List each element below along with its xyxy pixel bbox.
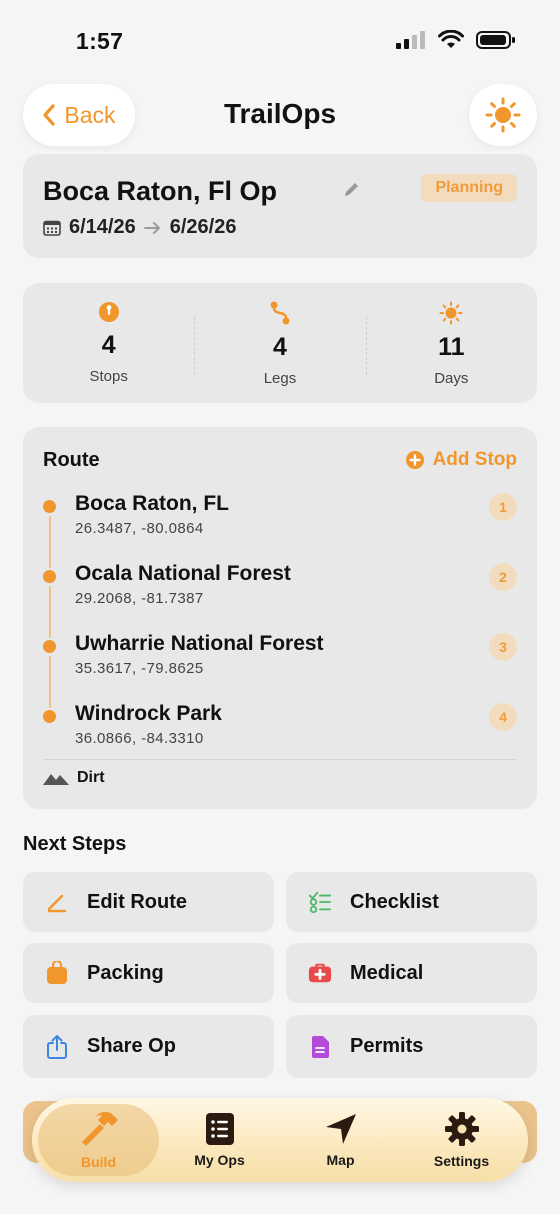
stat-days: 11 Days xyxy=(365,283,537,403)
stop-number-badge: 1 xyxy=(489,493,517,521)
packing-label: Packing xyxy=(87,961,164,984)
location-arrow-icon xyxy=(325,1114,356,1144)
op-header-card: Boca Raton, Fl Op Planning 6/14/26 6/26/… xyxy=(23,154,537,258)
stop-name: Uwharrie National Forest xyxy=(75,632,324,655)
edit-route-label: Edit Route xyxy=(87,890,187,913)
start-date: 6/14/26 xyxy=(69,216,136,238)
pencil-icon[interactable] xyxy=(343,180,361,198)
terrain-tag: Dirt xyxy=(43,769,105,787)
pin-icon xyxy=(98,302,119,322)
route-stop[interactable]: Ocala National Forest 29.2068, -81.7387 … xyxy=(23,550,537,638)
next-steps-title: Next Steps xyxy=(23,833,127,855)
tab-build[interactable]: Build xyxy=(38,1104,159,1176)
medical-button[interactable]: Medical xyxy=(286,943,537,1003)
stat-days-label: Days xyxy=(434,370,469,387)
route-icon xyxy=(270,301,290,325)
stop-name: Ocala National Forest xyxy=(75,562,291,585)
stop-marker xyxy=(43,500,56,513)
status-bar: 1:57 xyxy=(0,0,560,84)
pencil-icon xyxy=(45,890,69,914)
checklist-label: Checklist xyxy=(350,890,439,913)
checklist-button[interactable]: Checklist xyxy=(286,872,537,932)
packing-button[interactable]: Packing xyxy=(23,943,274,1003)
stop-number-badge: 4 xyxy=(489,703,517,731)
stat-stops-label: Stops xyxy=(89,368,128,385)
divider xyxy=(43,759,517,760)
stat-days-value: 11 xyxy=(438,333,465,361)
edit-route-button[interactable]: Edit Route xyxy=(23,872,274,932)
terrain-label: Dirt xyxy=(77,769,105,786)
stop-number-badge: 2 xyxy=(489,563,517,591)
arrow-right-icon xyxy=(143,221,160,234)
stat-stops-value: 4 xyxy=(101,331,116,359)
document-icon xyxy=(308,1035,332,1059)
stop-marker xyxy=(43,640,56,653)
battery-icon xyxy=(476,31,515,49)
tab-my-ops[interactable]: My Ops xyxy=(159,1104,280,1176)
cellular-signal-icon xyxy=(396,31,425,49)
stats-card: 4 Stops 4 Legs 11 Days xyxy=(23,283,537,403)
share-op-button[interactable]: Share Op xyxy=(23,1015,274,1078)
stat-legs-value: 4 xyxy=(273,333,287,361)
stop-name: Boca Raton, FL xyxy=(75,492,230,515)
add-stop-label: Add Stop xyxy=(432,449,517,470)
medical-label: Medical xyxy=(350,961,424,984)
tab-settings[interactable]: Settings xyxy=(401,1104,522,1176)
op-name: Boca Raton, Fl Op xyxy=(43,176,278,206)
tab-bar: Build My Ops Map Settings xyxy=(32,1098,528,1182)
mountain-icon xyxy=(43,774,69,785)
op-dates: 6/14/26 6/26/26 xyxy=(43,216,236,239)
share-icon xyxy=(45,1034,69,1059)
medical-kit-icon xyxy=(308,961,332,985)
stat-legs: 4 Legs xyxy=(194,283,365,403)
route-title: Route xyxy=(43,449,100,471)
route-card: Route Add Stop Boca Raton, FL 26.3487, -… xyxy=(23,427,537,809)
stop-marker xyxy=(43,570,56,583)
share-op-label: Share Op xyxy=(87,1035,176,1057)
list-icon xyxy=(205,1113,234,1145)
plus-circle-icon xyxy=(405,451,424,469)
permits-label: Permits xyxy=(350,1035,424,1057)
stop-name: Windrock Park xyxy=(75,702,222,725)
stop-coordinates: 26.3487, -80.0864 xyxy=(75,520,204,537)
route-stop[interactable]: Windrock Park 36.0866, -84.3310 4 xyxy=(23,690,537,760)
sun-icon xyxy=(439,301,463,325)
checklist-icon xyxy=(308,890,332,914)
route-stop[interactable]: Boca Raton, FL 26.3487, -80.0864 1 xyxy=(23,480,537,568)
add-stop-button[interactable]: Add Stop xyxy=(405,449,517,471)
navigation-bar: Back TrailOps xyxy=(0,84,560,150)
bag-icon xyxy=(45,961,69,985)
status-badge: Planning xyxy=(421,174,517,202)
route-stop[interactable]: Uwharrie National Forest 35.3617, -79.86… xyxy=(23,620,537,708)
tab-map-label: Map xyxy=(326,1152,355,1168)
stop-coordinates: 36.0866, -84.3310 xyxy=(75,730,204,747)
theme-toggle-button[interactable] xyxy=(469,84,537,146)
sun-icon xyxy=(485,97,521,133)
permits-button[interactable]: Permits xyxy=(286,1015,537,1078)
tab-settings-label: Settings xyxy=(433,1153,490,1169)
status-time: 1:57 xyxy=(76,28,124,54)
tab-build-label: Build xyxy=(81,1154,116,1170)
tab-my-ops-label: My Ops xyxy=(194,1152,245,1168)
end-date: 6/26/26 xyxy=(169,216,237,238)
gear-icon xyxy=(444,1112,479,1146)
wifi-icon xyxy=(438,30,464,48)
stop-coordinates: 35.3617, -79.8625 xyxy=(75,660,204,677)
calendar-icon xyxy=(43,220,61,236)
status-icons xyxy=(396,30,516,50)
stat-legs-label: Legs xyxy=(263,370,297,387)
stop-marker xyxy=(43,710,56,723)
stat-stops: 4 Stops xyxy=(23,283,194,403)
stop-number-badge: 3 xyxy=(489,633,517,661)
tab-map[interactable]: Map xyxy=(280,1104,401,1176)
stop-coordinates: 29.2068, -81.7387 xyxy=(75,590,204,607)
hammer-icon xyxy=(81,1111,118,1146)
